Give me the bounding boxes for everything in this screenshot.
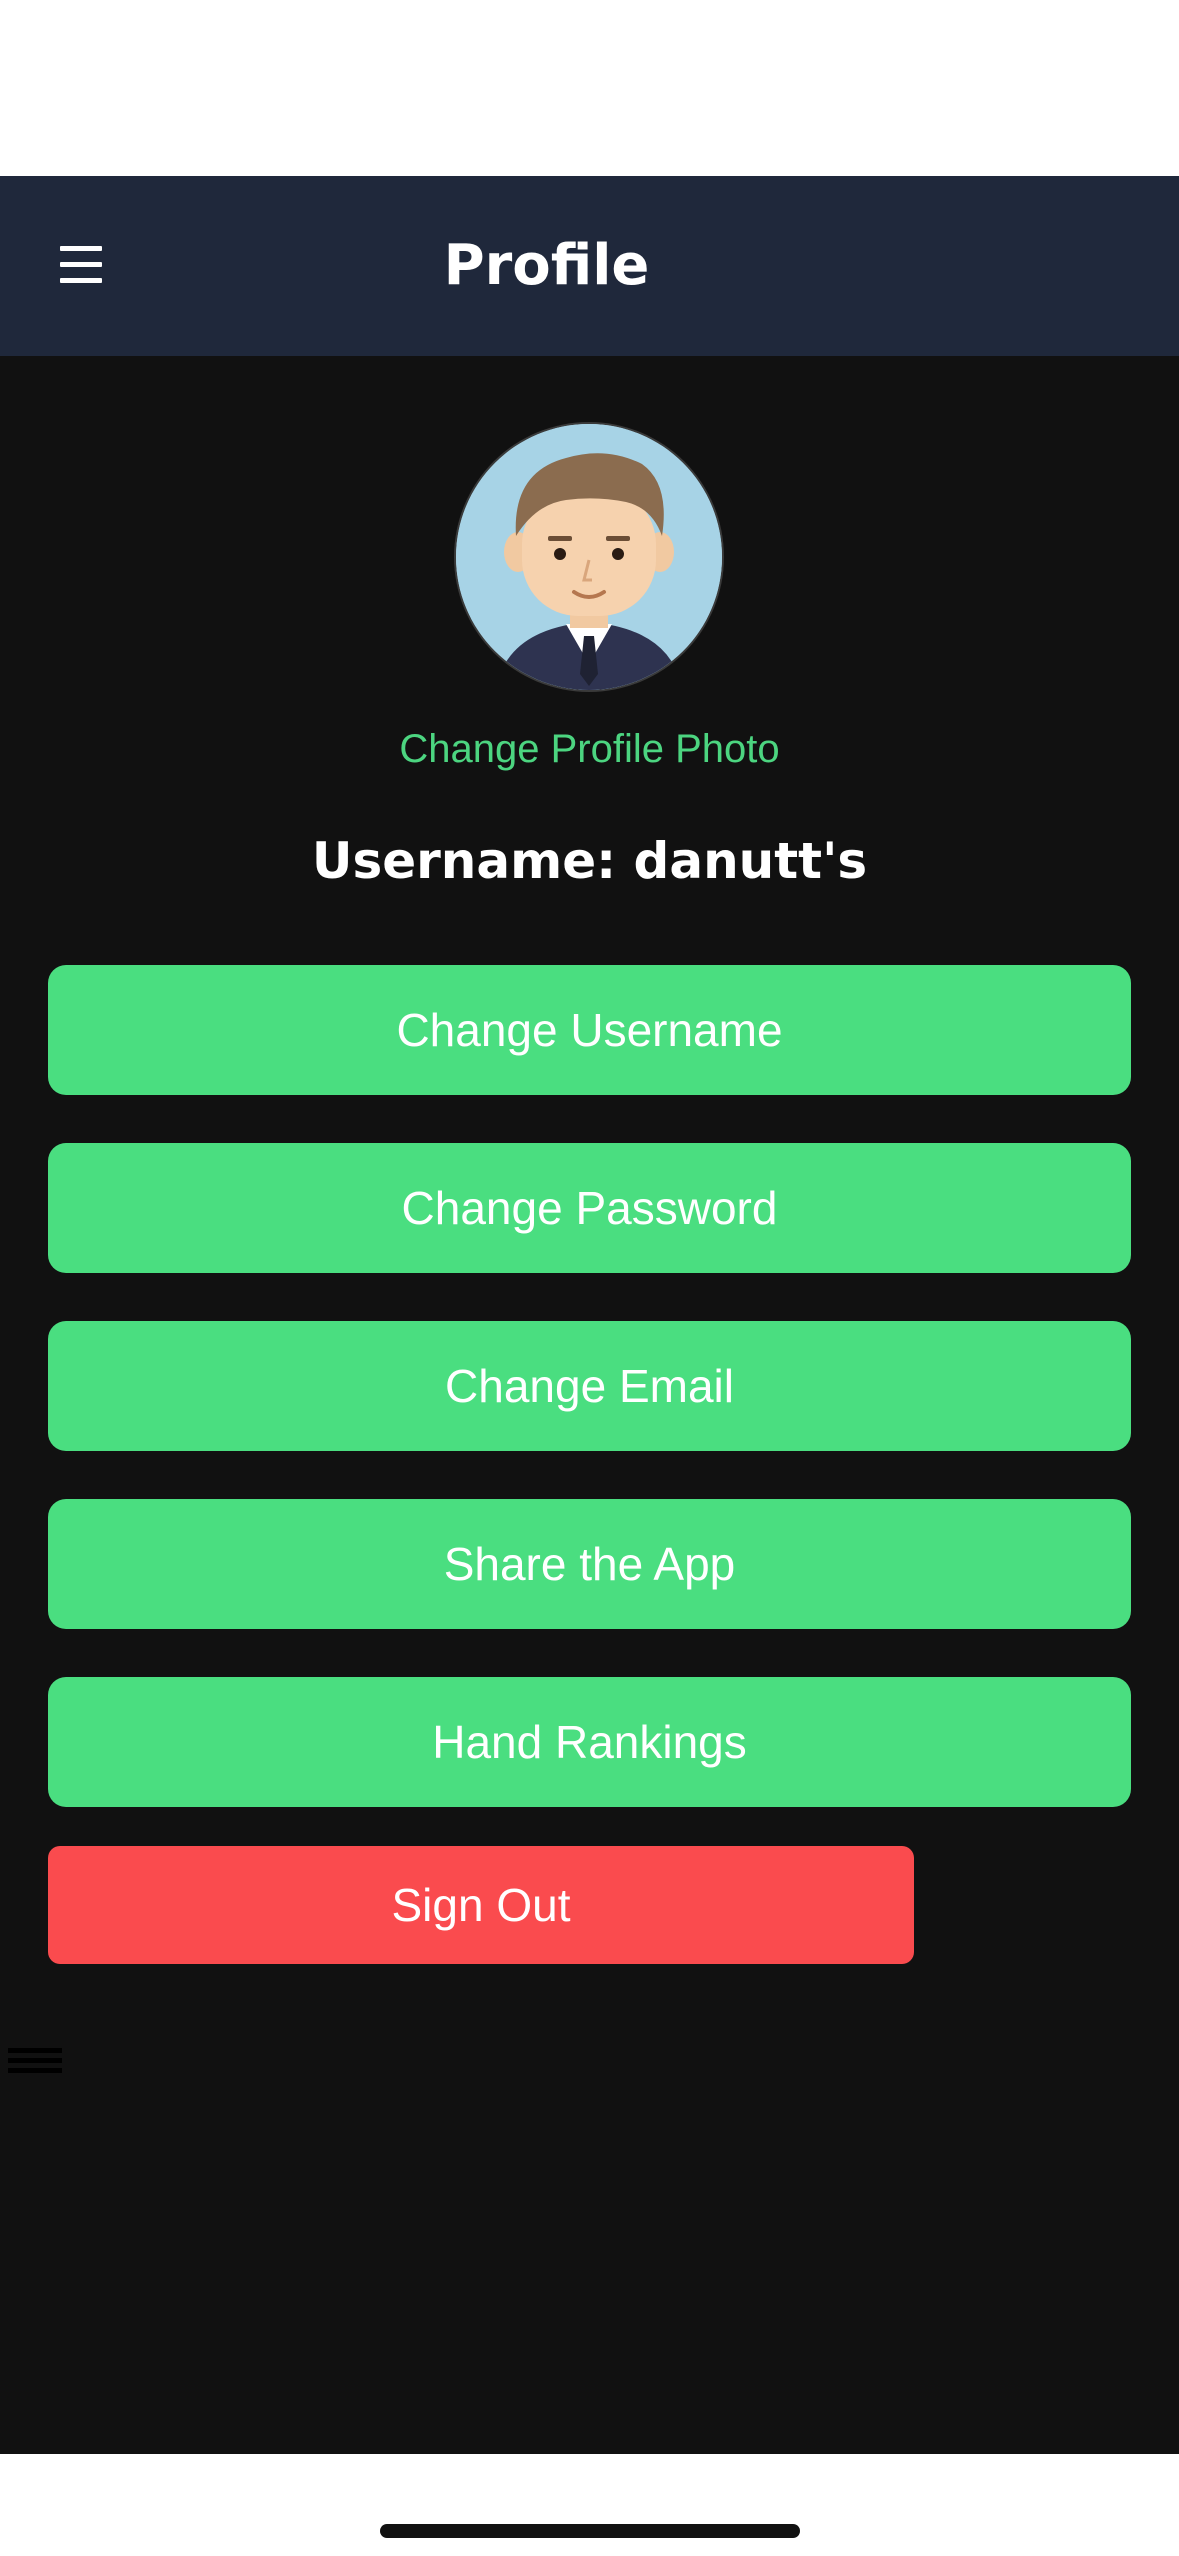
profile-screen: Profile Change Profile Photo Username: d… [0,0,1179,2556]
drag-handle-icon[interactable] [8,2044,64,2084]
hand-rankings-button[interactable]: Hand Rankings [48,1677,1131,1807]
change-password-button[interactable]: Change Password [48,1143,1131,1273]
header-bar: Profile [0,176,1179,356]
sign-out-button[interactable]: Sign Out [48,1846,914,1964]
status-bar-area [0,0,1179,176]
home-indicator[interactable] [380,2524,800,2538]
username-label: Username: danutt's [311,832,868,890]
change-username-button[interactable]: Change Username [48,965,1131,1095]
change-profile-photo-link[interactable]: Change Profile Photo [0,724,1179,774]
share-app-button[interactable]: Share the App [48,1499,1131,1629]
bottom-safe-area [0,2454,1179,2556]
page-title: Profile [443,233,650,298]
person-avatar-icon [456,424,722,690]
avatar[interactable] [456,424,722,690]
change-email-button[interactable]: Change Email [48,1321,1131,1451]
profile-content: Change Profile Photo Username: danutt's … [0,356,1179,2454]
